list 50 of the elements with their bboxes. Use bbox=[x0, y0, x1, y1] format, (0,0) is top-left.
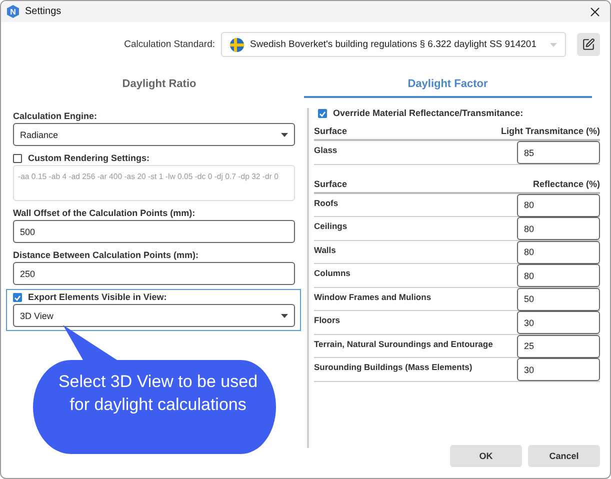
input-field[interactable]: 80 bbox=[517, 264, 600, 287]
input-field[interactable]: 50 bbox=[517, 288, 600, 310]
field-label: Wall Offset of the Calculation Points (mm): bbox=[13, 208, 196, 219]
dropdown[interactable]: Radiance bbox=[13, 123, 295, 146]
input-field[interactable]: 30 bbox=[517, 358, 600, 381]
window-title: Settings bbox=[25, 6, 62, 17]
column-header: Reflectance (%) bbox=[532, 178, 600, 188]
column-header: Surface bbox=[314, 126, 348, 136]
surface-label: Columns bbox=[314, 267, 350, 278]
caret-icon bbox=[550, 42, 557, 46]
input-field[interactable]: 250 bbox=[13, 262, 295, 285]
input-field[interactable]: 500 bbox=[13, 220, 295, 243]
standard-dropdown[interactable]: Swedish Boverket's building regulations § 6.322 daylight SS 914201 bbox=[221, 32, 566, 57]
checkbox-label: Export Elements Visible in View: bbox=[28, 292, 167, 303]
column-header: Light Transmitance (%) bbox=[500, 126, 600, 136]
field-label: Calculation Standard: bbox=[124, 39, 215, 50]
checkbox[interactable] bbox=[318, 109, 327, 118]
column-header: Surface bbox=[314, 178, 348, 188]
surface-label: Floors bbox=[314, 314, 340, 325]
input-field[interactable]: 85 bbox=[517, 141, 600, 164]
close-button[interactable] bbox=[588, 4, 602, 18]
field-label: Distance Between Calculation Points (mm): bbox=[13, 250, 200, 261]
edit-icon bbox=[582, 38, 595, 51]
surface-label: Terrain, Natural Suroundings and Entourage bbox=[314, 338, 493, 348]
surface-label: Glass bbox=[314, 144, 338, 155]
input-field[interactable]: 30 bbox=[517, 311, 600, 334]
caret-icon bbox=[281, 132, 288, 136]
checkbox[interactable] bbox=[13, 293, 22, 302]
surface-label: Surounding Buildings (Mass Elements) bbox=[314, 361, 472, 372]
surface-label: Roofs bbox=[314, 196, 338, 208]
cancel-button[interactable]: Cancel bbox=[528, 445, 600, 467]
flag-icon bbox=[230, 38, 244, 52]
caret-icon bbox=[281, 314, 288, 318]
input-field[interactable]: 80 bbox=[517, 240, 600, 264]
checkbox-label: Override Material Reflectance/Transmitance: bbox=[333, 108, 524, 119]
app-logo-icon: N bbox=[7, 5, 19, 18]
checkbox-label: Custom Rendering Settings: bbox=[28, 153, 150, 164]
input-field[interactable]: 25 bbox=[517, 334, 600, 358]
edit-button[interactable] bbox=[577, 33, 600, 56]
dropdown[interactable]: 3D View bbox=[13, 304, 295, 327]
callout-text: Select 3D View to be used for daylight calculations bbox=[57, 371, 259, 416]
ok-button[interactable]: OK bbox=[450, 445, 522, 467]
input-field[interactable]: 80 bbox=[517, 217, 600, 240]
surface-label: Walls bbox=[314, 244, 336, 254]
input-field[interactable]: 80 bbox=[517, 194, 600, 216]
tab[interactable]: Daylight Ratio bbox=[15, 71, 304, 98]
surface-label: Ceilings bbox=[314, 220, 348, 231]
surface-label: Window Frames and Mulions bbox=[314, 290, 432, 302]
field-label: Calculation Engine: bbox=[13, 111, 98, 122]
tab[interactable]: Daylight Factor bbox=[304, 71, 592, 98]
